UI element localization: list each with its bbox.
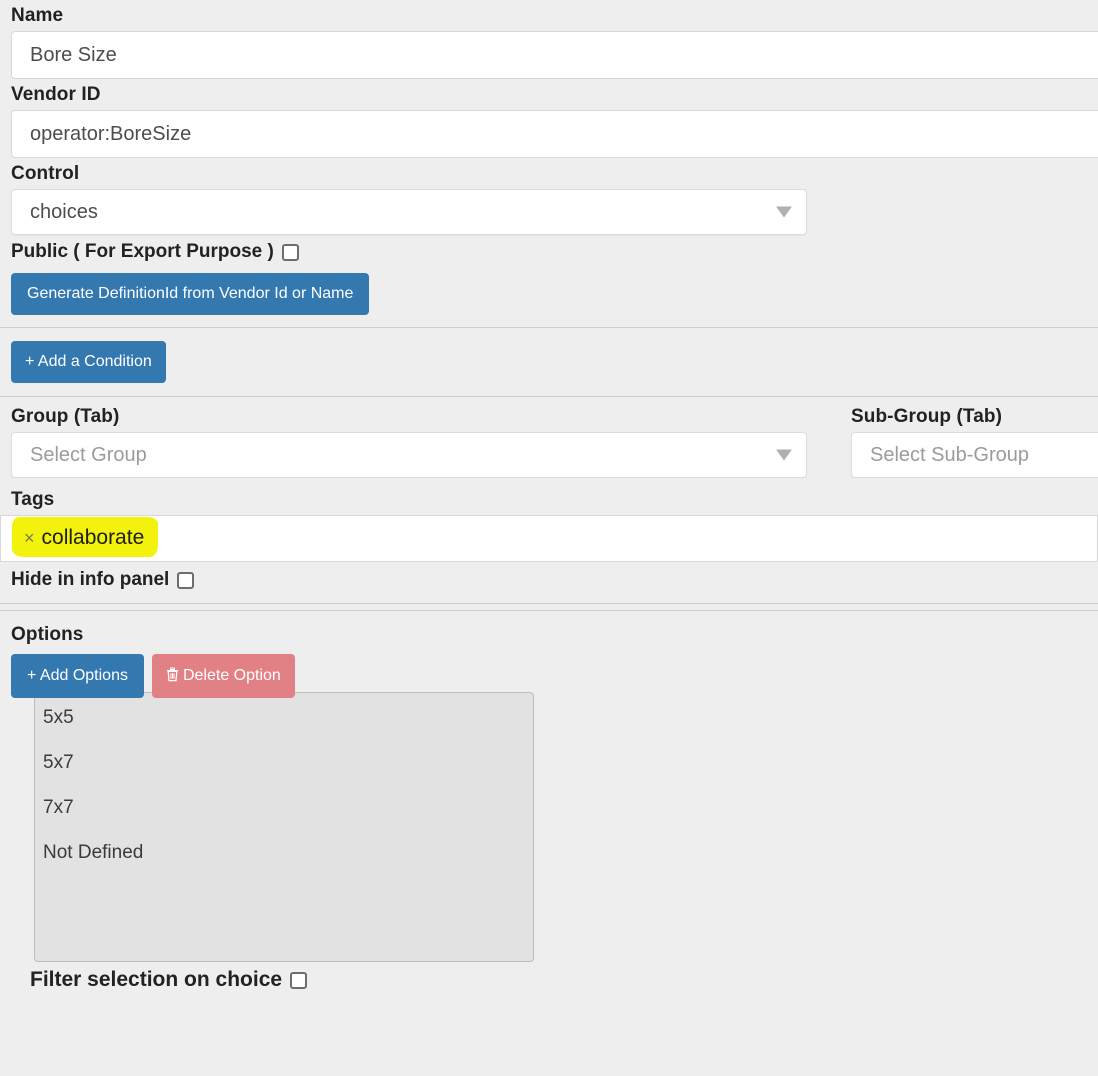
add-options-button[interactable]: + Add Options xyxy=(11,654,144,698)
options-listbox[interactable]: 5x5 5x7 7x7 Not Defined xyxy=(34,692,534,962)
sub-group-select[interactable]: Select Sub-Group xyxy=(851,432,1098,478)
tags-input[interactable]: × collaborate xyxy=(0,515,1098,562)
sub-group-label: Sub-Group (Tab) xyxy=(851,406,1003,427)
public-export-row[interactable]: Public ( For Export Purpose ) xyxy=(0,241,1098,263)
group-select-placeholder: Select Group xyxy=(30,443,147,466)
hide-in-info-panel-label: Hide in info panel xyxy=(11,569,170,590)
hide-in-info-panel-row[interactable]: Hide in info panel xyxy=(0,569,1098,603)
vendor-id-label: Vendor ID xyxy=(11,84,101,105)
conditions-section: + Add a Condition xyxy=(0,328,1098,396)
trash-icon xyxy=(166,666,179,686)
definition-editor-form: Name Bore Size Vendor ID operator:BoreSi… xyxy=(0,0,1098,1076)
group-label: Group (Tab) xyxy=(11,406,120,427)
remove-tag-icon[interactable]: × xyxy=(24,529,35,547)
delete-option-label: Delete Option xyxy=(182,667,281,684)
name-label: Name xyxy=(11,5,64,26)
tag-label: collaborate xyxy=(41,525,145,549)
options-label: Options xyxy=(11,624,84,645)
add-condition-button[interactable]: + Add a Condition xyxy=(11,341,166,383)
control-label: Control xyxy=(11,163,80,184)
vendor-id-section: Vendor ID operator:BoreSize xyxy=(0,79,1098,158)
name-section: Name Bore Size xyxy=(0,0,1098,79)
hide-in-info-panel-checkbox[interactable] xyxy=(177,571,195,589)
name-input[interactable]: Bore Size xyxy=(11,31,1098,79)
list-item[interactable]: 5x5 xyxy=(35,707,533,752)
public-export-checkbox[interactable] xyxy=(281,243,299,261)
vendor-id-input[interactable]: operator:BoreSize xyxy=(11,110,1098,158)
chevron-down-icon xyxy=(776,206,792,218)
group-section: Group (Tab) Select Group Sub-Group (Tab)… xyxy=(0,397,1098,478)
list-item[interactable]: 7x7 xyxy=(35,797,533,842)
group-select[interactable]: Select Group xyxy=(11,432,807,478)
list-item[interactable]: 5x7 xyxy=(35,752,533,797)
control-select[interactable]: choices xyxy=(11,189,807,235)
sub-group-select-placeholder: Select Sub-Group xyxy=(870,443,1029,466)
control-select-value: choices xyxy=(30,200,98,223)
generate-definition-id-button[interactable]: Generate DefinitionId from Vendor Id or … xyxy=(11,273,370,315)
tags-section: Tags × collaborate Hide in info panel xyxy=(0,478,1098,603)
list-item[interactable]: Not Defined xyxy=(35,842,533,887)
options-section: Options + Add Options Delete Option 5x5 … xyxy=(0,611,1098,992)
chevron-down-icon xyxy=(776,449,792,461)
delete-option-button[interactable]: Delete Option xyxy=(151,654,295,698)
filter-selection-row[interactable]: Filter selection on choice xyxy=(0,968,1098,992)
tags-label: Tags xyxy=(11,489,55,510)
public-export-label: Public ( For Export Purpose ) xyxy=(11,241,274,262)
filter-selection-checkbox[interactable] xyxy=(290,971,308,989)
filter-selection-label: Filter selection on choice xyxy=(30,968,283,991)
control-section: Control choices Public ( For Export Purp… xyxy=(0,158,1098,327)
tag-chip[interactable]: × collaborate xyxy=(11,516,159,557)
